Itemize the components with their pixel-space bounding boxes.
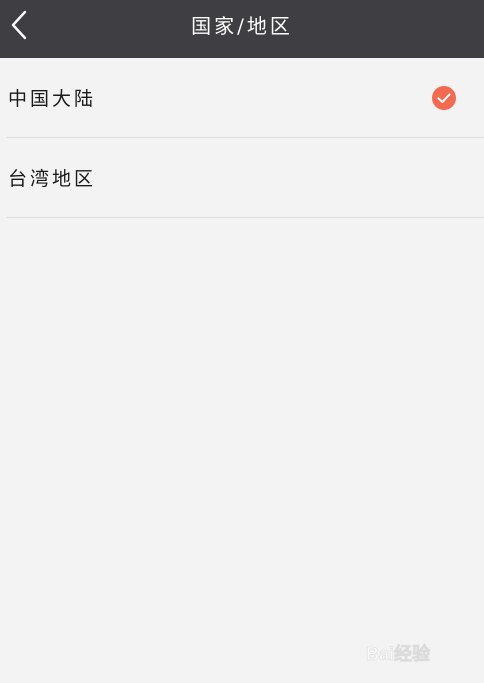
watermark-text: Bai经验 xyxy=(366,644,431,665)
region-list: 中国大陆 台湾地区 xyxy=(0,58,484,218)
region-label: 台湾地区 xyxy=(8,168,97,190)
divider xyxy=(7,217,484,218)
page-title: 国家/地区 xyxy=(191,14,293,38)
navigation-bar: 国家/地区 xyxy=(0,0,484,58)
check-circle-icon xyxy=(432,86,456,110)
region-item-mainland[interactable]: 中国大陆 xyxy=(0,58,484,138)
region-label: 中国大陆 xyxy=(8,88,97,110)
region-selection-screen: 国家/地区 中国大陆 台湾地区 Bai经验 xyxy=(0,0,484,683)
region-item-taiwan[interactable]: 台湾地区 xyxy=(0,138,484,218)
watermark: Bai经验 xyxy=(366,628,474,670)
